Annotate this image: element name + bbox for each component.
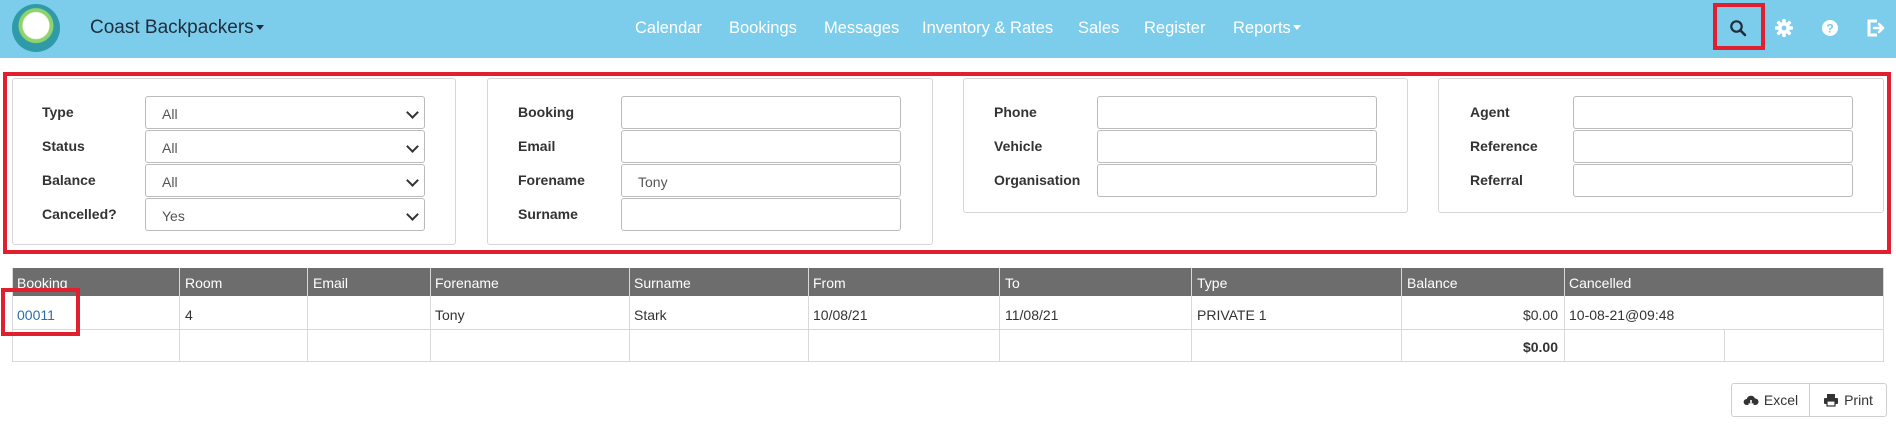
column-divider (999, 268, 1000, 362)
col-to[interactable]: To (1005, 275, 1020, 291)
nav-register[interactable]: Register (1144, 19, 1205, 38)
cell-type: PRIVATE 1 (1197, 307, 1267, 323)
column-divider (1564, 268, 1565, 362)
nav-reports[interactable]: Reports (1233, 19, 1301, 38)
row-divider (12, 329, 1884, 330)
column-divider (179, 268, 180, 362)
cell-from: 10/08/21 (813, 307, 868, 323)
highlight-booking (1, 288, 80, 336)
top-navbar: Coast Backpackers Calendar Bookings Mess… (0, 0, 1896, 58)
nav-bookings[interactable]: Bookings (729, 19, 797, 38)
total-balance: $0.00 (1522, 339, 1558, 355)
cell-forename: Tony (435, 307, 465, 323)
row-divider (12, 361, 1884, 362)
col-email[interactable]: Email (313, 275, 348, 291)
cell-to: 11/08/21 (1005, 307, 1059, 323)
logout-icon (1867, 19, 1885, 37)
nav-calendar[interactable]: Calendar (635, 19, 702, 38)
nav-inventory-rates[interactable]: Inventory & Rates (922, 19, 1053, 38)
excel-label: Excel (1763, 392, 1799, 408)
cell-cancelled: 10-08-21@09:48 (1569, 307, 1675, 323)
column-divider (629, 268, 630, 362)
nav-sales[interactable]: Sales (1078, 19, 1119, 38)
highlight-search (1713, 3, 1765, 50)
col-surname[interactable]: Surname (634, 275, 691, 291)
column-divider (808, 268, 809, 362)
chevron-down-icon (1292, 25, 1301, 30)
print-button[interactable]: Print (1809, 383, 1887, 417)
chevron-down-icon (255, 25, 264, 30)
column-divider (1883, 268, 1884, 362)
col-cancelled[interactable]: Cancelled (1569, 275, 1631, 291)
nav-reports-label: Reports (1233, 19, 1291, 37)
brand-name: Coast Backpackers (90, 17, 254, 38)
gear-icon (1775, 19, 1793, 37)
cell-surname: Stark (634, 307, 667, 323)
col-room[interactable]: Room (185, 275, 222, 291)
help-button[interactable]: ? (1816, 14, 1844, 42)
excel-button[interactable]: Excel (1731, 383, 1810, 417)
column-divider (1401, 268, 1402, 362)
highlight-filters (3, 72, 1891, 254)
nav-messages[interactable]: Messages (824, 19, 899, 38)
col-from[interactable]: From (813, 275, 846, 291)
help-icon: ? (1822, 20, 1838, 36)
settings-button[interactable] (1770, 14, 1798, 42)
property-switcher[interactable]: Coast Backpackers (90, 17, 264, 39)
column-divider (307, 268, 308, 362)
column-divider (430, 268, 431, 362)
col-type[interactable]: Type (1197, 275, 1227, 291)
svg-text:?: ? (1826, 22, 1833, 36)
printer-icon (1824, 394, 1839, 407)
print-label: Print (1844, 392, 1873, 408)
col-balance[interactable]: Balance (1407, 275, 1458, 291)
col-forename[interactable]: Forename (435, 275, 499, 291)
logo[interactable] (12, 4, 60, 52)
cell-balance: $0.00 (1522, 307, 1558, 323)
cell-room: 4 (185, 307, 193, 323)
column-divider (1724, 330, 1725, 362)
logout-button[interactable] (1862, 14, 1890, 42)
cloud-download-icon (1743, 395, 1759, 407)
column-divider (1191, 268, 1192, 362)
